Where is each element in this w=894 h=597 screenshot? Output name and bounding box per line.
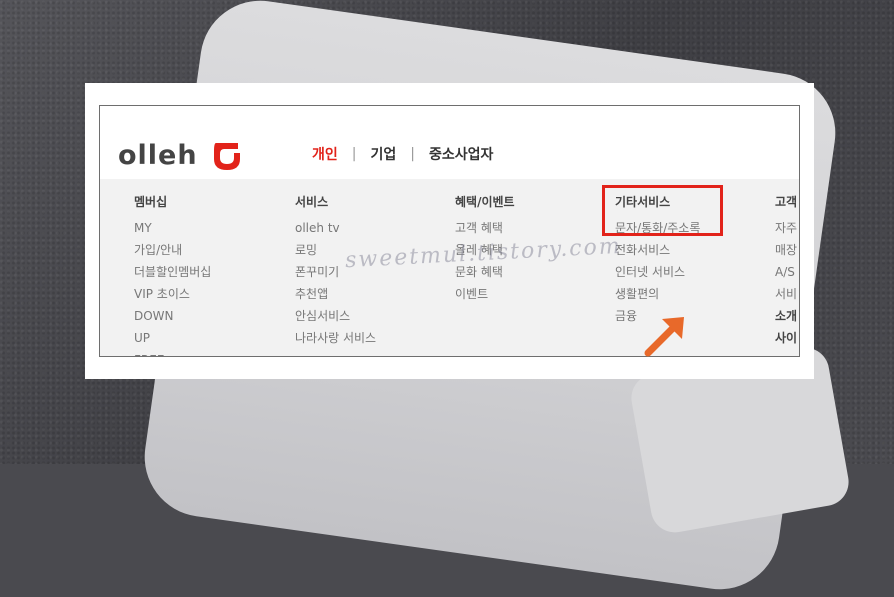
menu-link[interactable]: olleh tv [295, 217, 376, 239]
nav-item-small-business[interactable]: 중소사업자 [429, 144, 493, 164]
nav-item-business[interactable]: 기업 [370, 144, 396, 164]
menu-link[interactable]: 가입/안내 [134, 239, 211, 261]
website-header: olleh 개인 | 기업 | 중소사업자 멤버십 MY 가입/안내 더블할인멤… [99, 105, 800, 357]
menu-link[interactable]: 고객 혜택 [455, 217, 515, 239]
menu-link[interactable]: 나라사랑 서비스 [295, 327, 376, 349]
arrow-up-right-icon [640, 311, 690, 365]
menu-link[interactable]: FREE [134, 349, 211, 356]
menu-link[interactable]: 전화서비스 [615, 239, 700, 261]
nav-separator: | [351, 146, 357, 162]
highlight-box [602, 185, 723, 236]
menu-link[interactable]: 추천앱 [295, 283, 376, 305]
menu-link[interactable]: MY [134, 217, 211, 239]
menu-sub-head[interactable]: 소개 [775, 305, 797, 327]
menu-link[interactable]: 이벤트 [455, 283, 515, 305]
menu-link[interactable]: 매장 [775, 239, 797, 261]
menu-link[interactable]: 자주 [775, 217, 797, 239]
menu-link[interactable]: DOWN [134, 305, 211, 327]
menu-link[interactable]: UP [134, 327, 211, 349]
menu-link[interactable]: A/S [775, 261, 797, 283]
menu-link[interactable]: 인터넷 서비스 [615, 261, 700, 283]
olleh-logo[interactable]: olleh [118, 138, 244, 172]
nav-separator: | [410, 146, 415, 162]
screenshot-panel: olleh 개인 | 기업 | 중소사업자 멤버십 MY 가입/안내 더블할인멤… [85, 83, 814, 379]
menu-column-head: 서비스 [295, 195, 329, 209]
menu-link[interactable]: VIP 초이스 [134, 283, 211, 305]
menu-link[interactable]: 안심서비스 [295, 305, 376, 327]
menu-column-customer: 고객 자주 매장 A/S 서비 소개 사이 [775, 193, 797, 349]
top-nav: 개인 | 기업 | 중소사업자 [312, 144, 493, 164]
menu-sub-head[interactable]: 사이 [775, 327, 797, 349]
menu-link[interactable]: 더블할인멤버십 [134, 261, 211, 283]
menu-column-membership: 멤버십 MY 가입/안내 더블할인멤버십 VIP 초이스 DOWN UP FRE… [134, 193, 211, 356]
olleh-logo-icon [210, 139, 244, 171]
menu-link[interactable]: 서비 [775, 283, 797, 305]
menu-column-head: 멤버십 [134, 195, 168, 209]
menu-column-head: 혜택/이벤트 [455, 195, 515, 209]
logo-text: olleh [118, 139, 198, 171]
menu-column-head: 고객 [775, 195, 798, 209]
nav-item-personal[interactable]: 개인 [312, 144, 338, 164]
menu-link[interactable]: 생활편의 [615, 283, 700, 305]
